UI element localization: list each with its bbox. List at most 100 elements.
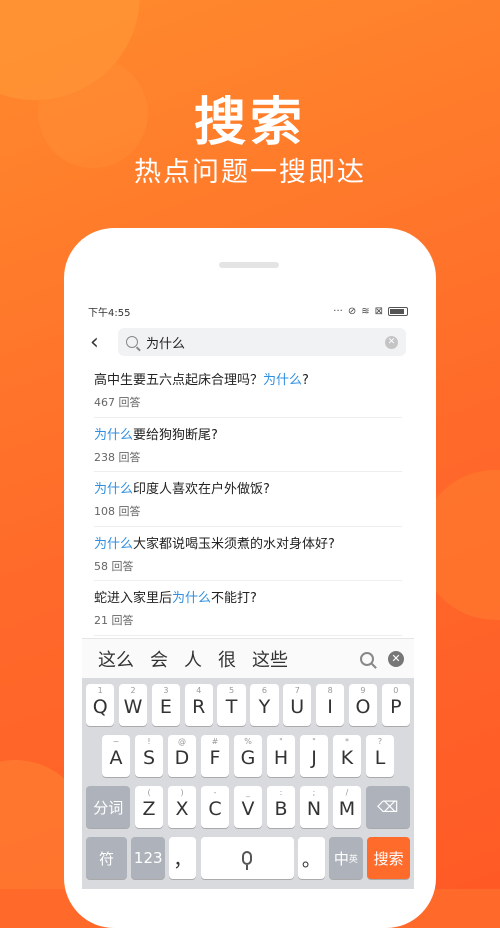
question-highlight: 为什么 [94, 536, 134, 552]
result-item[interactable]: 为什么大家都说喝玉米须煮的水对身体好? 58 回答 [94, 527, 402, 581]
letter-key[interactable]: 0P [381, 684, 410, 726]
keyboard-row: 符 123 ， 。 中英 搜索 [86, 837, 410, 879]
status-icons: ··· ⊘ ≋ ⊠ [333, 306, 408, 317]
result-item[interactable]: 为什么要给狗狗断尾? 238 回答 [94, 418, 402, 472]
search-box[interactable]: ✕ [118, 328, 406, 356]
letter-key[interactable]: 8I [315, 684, 345, 726]
back-arrow-icon[interactable]: ‹ [90, 330, 112, 355]
letter-key[interactable]: # F [200, 735, 230, 777]
search-icon[interactable] [360, 651, 374, 666]
key-hint: ! [147, 737, 151, 746]
result-question: 高中生要五六点起床合理吗？为什么? [94, 372, 402, 390]
key-letter: J [311, 747, 317, 769]
key-hint: ( [147, 788, 151, 797]
key-letter: L [374, 747, 386, 769]
battery-icon [388, 306, 408, 316]
letter-key[interactable]: 9O [348, 684, 378, 726]
letter-key[interactable]: " H [266, 735, 296, 777]
result-question: 蛇进入家里后为什么不能打? [94, 590, 402, 608]
key-hint: 2 [130, 686, 136, 695]
phone-speaker [219, 262, 279, 268]
letter-key[interactable]: / M [332, 786, 362, 828]
letter-key[interactable]: 2W [118, 684, 148, 726]
microphone-icon [242, 851, 253, 870]
key-letter: W [123, 696, 143, 718]
key-hint: ? [377, 737, 383, 746]
letter-key[interactable]: ? L [365, 735, 395, 777]
candidate-word[interactable]: 这些 [252, 646, 288, 672]
language-switch-key[interactable]: 中英 [329, 837, 363, 879]
backspace-key[interactable]: ⌫ [365, 786, 410, 828]
letter-key[interactable]: :B [266, 786, 296, 828]
close-icon[interactable]: ✕ [388, 650, 404, 667]
key-letter: Q [92, 696, 108, 718]
key-letter: R [192, 696, 206, 718]
letter-key[interactable]: 7U [283, 684, 312, 726]
key-letter: U [290, 696, 305, 718]
candidate-word[interactable]: 这么 [98, 646, 134, 672]
candidate-bar: 这么 会 人 很 这些 ✕ [82, 638, 414, 678]
result-item[interactable]: 高中生要五六点起床合理吗？为什么? 467 回答 [94, 363, 402, 418]
comma-key[interactable]: ， [169, 837, 197, 879]
status-time: 下午4:55 [88, 307, 131, 319]
answer-count: 238 回答 [94, 450, 141, 464]
letter-key[interactable]: ; N [299, 786, 329, 828]
key-letter: N [306, 798, 322, 820]
key-hint: 5 [229, 686, 235, 695]
key-letter: H [273, 747, 289, 769]
letter-key[interactable]: 3E [151, 684, 181, 726]
clear-icon[interactable]: ✕ [385, 335, 398, 349]
question-text: 蛇进入家里后 [94, 591, 173, 606]
letter-key[interactable]: 5T [217, 684, 246, 726]
key-letter: S [142, 747, 156, 769]
key-hint: ; [312, 788, 316, 797]
key-hint: @ [178, 737, 186, 746]
fenci-key[interactable]: 分词 [86, 786, 131, 828]
question-highlight: 为什么 [263, 373, 303, 388]
key-hint: % [244, 737, 252, 746]
key-hint: - [213, 788, 217, 797]
backspace-icon: ⌫ [377, 798, 399, 816]
key-letter: D [174, 747, 190, 769]
answer-count: 108 回答 [94, 505, 141, 518]
space-voice-key[interactable] [200, 837, 294, 879]
letter-key[interactable]: " J [299, 735, 329, 777]
period-key[interactable]: 。 [298, 837, 325, 879]
letter-key[interactable]: 1Q [86, 684, 115, 726]
key-letter: T [225, 696, 238, 718]
number-key[interactable]: 123 [131, 837, 165, 879]
key-letter: M [338, 798, 356, 820]
letter-key[interactable]: (Z [134, 786, 164, 828]
zh-label: 中 [333, 849, 349, 868]
key-hint: 6 [261, 686, 267, 695]
en-label: 英 [348, 854, 358, 865]
symbol-key[interactable]: 符 [86, 837, 127, 879]
letter-key[interactable]: * K [332, 735, 362, 777]
key-hint: " [279, 737, 283, 746]
question-text: 要给狗狗断尾? [133, 427, 218, 443]
letter-key[interactable]: _ V [233, 786, 263, 828]
result-question: 为什么印度人喜欢在户外做饭? [94, 481, 402, 499]
letter-key[interactable]: ) X [167, 786, 197, 828]
letter-key[interactable]: ! S [134, 735, 164, 777]
letter-key[interactable]: -C [200, 786, 230, 828]
letter-key[interactable]: ~ A [101, 735, 131, 777]
candidate-word[interactable]: 很 [218, 646, 236, 672]
result-item[interactable]: 蛇进入家里后为什么不能打? 21 回答 [94, 581, 402, 636]
letter-key[interactable]: 4R [184, 684, 213, 726]
search-key[interactable]: 搜索 [367, 837, 410, 879]
keyboard-row: ~ A! S @ D # F% G " H " J * K? L [86, 735, 410, 777]
key-letter: Y [258, 696, 271, 718]
letter-key[interactable]: @ D [167, 735, 197, 777]
candidate-word[interactable]: 会 [150, 646, 168, 672]
keyboard-row: 1Q2W3E4R5T6Y7U8I9O0P [86, 684, 410, 726]
search-input[interactable] [146, 334, 385, 350]
candidate-word[interactable]: 人 [184, 646, 202, 672]
question-highlight: 为什么 [172, 591, 212, 606]
letter-key[interactable]: 6Y [250, 684, 279, 726]
result-item[interactable]: 为什么印度人喜欢在户外做饭? 108 回答 [94, 472, 402, 527]
key-hint: " [312, 737, 316, 746]
letter-key[interactable]: % G [233, 735, 263, 777]
key-hint: 7 [294, 686, 300, 695]
search-bar: ‹ ✕ [82, 321, 414, 363]
